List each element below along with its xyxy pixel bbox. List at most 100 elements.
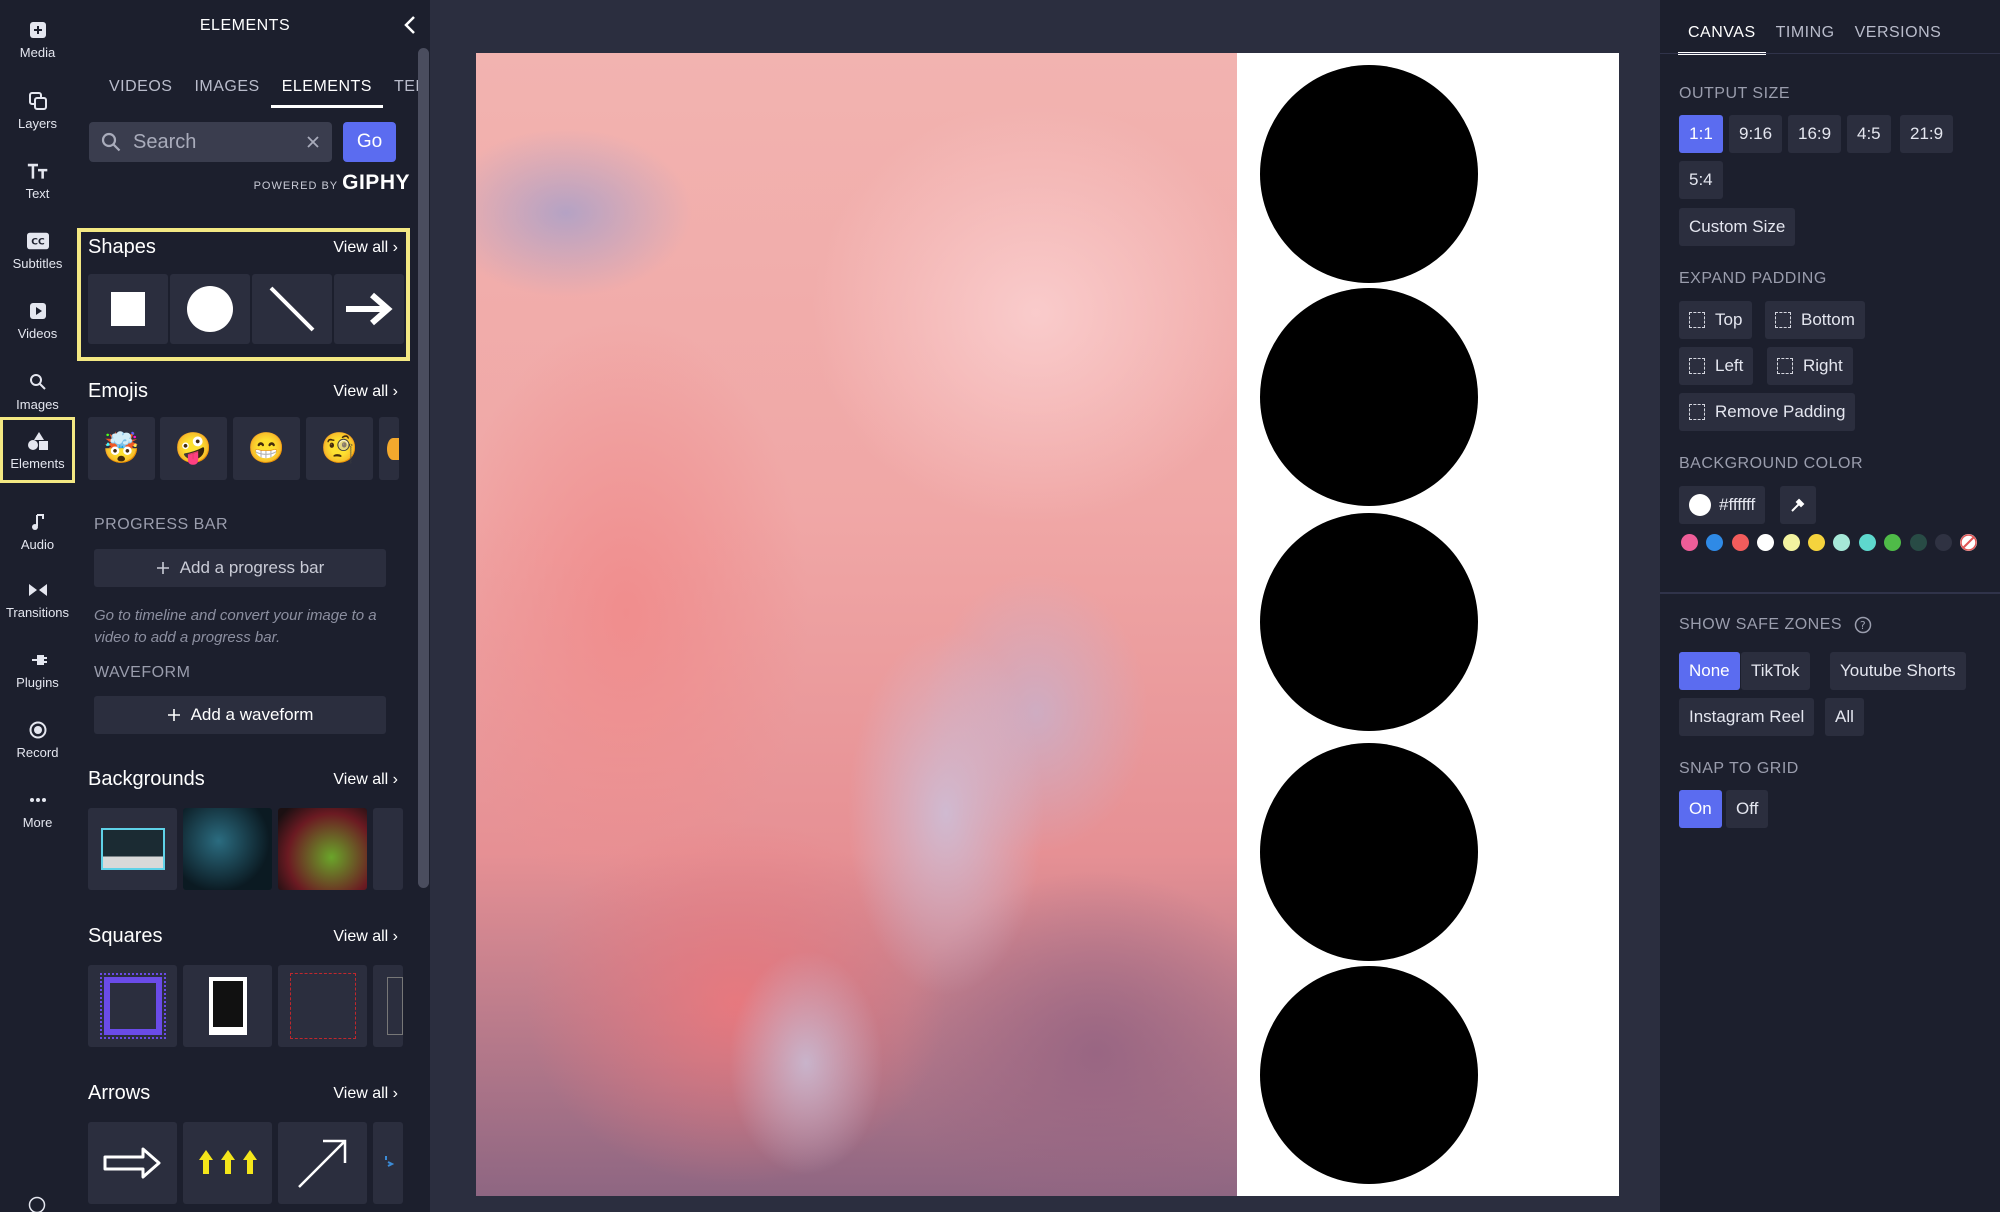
canvas-circle[interactable] <box>1260 288 1478 506</box>
squares-view-all[interactable]: View all › <box>333 928 398 946</box>
swatch-pink[interactable] <box>1681 534 1698 551</box>
tab-images[interactable]: IMAGES <box>183 70 270 108</box>
safe-zone-all-button[interactable]: All <box>1825 698 1864 736</box>
emoji-tile[interactable]: 😁 <box>233 417 300 480</box>
emojis-view-all[interactable]: View all › <box>333 383 398 401</box>
shape-square[interactable] <box>88 274 168 344</box>
canvas-circle[interactable] <box>1260 743 1478 961</box>
rail-item-subtitles[interactable]: CC Subtitles <box>0 217 75 283</box>
size-16-9-button[interactable]: 16:9 <box>1788 115 1842 153</box>
sky-image[interactable] <box>476 53 1237 1196</box>
rail-item-layers[interactable]: Layers <box>0 77 75 143</box>
search-input[interactable]: Search <box>89 122 332 162</box>
background-tile[interactable] <box>278 808 367 890</box>
rail-item-record[interactable]: Record <box>0 706 75 772</box>
emoji-tile[interactable]: 🤯 <box>88 417 155 480</box>
rail-item-text[interactable]: Text <box>0 147 75 213</box>
emoji-tile[interactable]: 🤪 <box>160 417 227 480</box>
add-waveform-button[interactable]: Add a waveform <box>94 696 386 734</box>
safe-zone-instagram-reel-button[interactable]: Instagram Reel <box>1679 698 1815 736</box>
snap-off-button[interactable]: Off <box>1726 790 1769 828</box>
help-icon[interactable]: ? <box>1854 616 1872 634</box>
padding-bottom-button[interactable]: Bottom <box>1765 301 1865 339</box>
dashed-frame <box>289 973 356 1039</box>
collapse-panel-button[interactable] <box>395 10 425 40</box>
shapes-view-all[interactable]: View all › <box>333 239 398 257</box>
padding-right-label: Right <box>1803 356 1843 375</box>
rail-item-videos[interactable]: Videos <box>0 287 75 353</box>
emoji-tile[interactable] <box>379 417 399 480</box>
swatch-yellow[interactable] <box>1808 534 1825 551</box>
background-tile[interactable] <box>373 808 403 890</box>
size-5-4-button[interactable]: 5:4 <box>1679 161 1723 199</box>
swatch-green[interactable] <box>1884 534 1901 551</box>
square-frame-tile[interactable] <box>183 965 272 1047</box>
emoji-tile[interactable]: 🧐 <box>306 417 373 480</box>
square-frame-tile[interactable] <box>278 965 367 1047</box>
size-1-1-button[interactable]: 1:1 <box>1679 115 1723 153</box>
swatch-teal[interactable] <box>1859 534 1876 551</box>
safe-zone-youtube-shorts-button[interactable]: Youtube Shorts <box>1830 652 1966 690</box>
panel-scrollbar[interactable] <box>418 48 429 888</box>
arrows-view-all[interactable]: View all › <box>333 1085 398 1103</box>
padding-left-button[interactable]: Left <box>1679 347 1754 385</box>
tab-elements[interactable]: ELEMENTS <box>270 70 383 108</box>
go-button[interactable]: Go <box>343 122 396 162</box>
color-preview <box>1689 494 1711 516</box>
emoji: 🤪 <box>174 432 213 465</box>
swatch-blue[interactable] <box>1706 534 1723 551</box>
tab-timing[interactable]: TIMING <box>1766 18 1845 55</box>
swatch-white[interactable] <box>1757 534 1774 551</box>
tab-versions[interactable]: VERSIONS <box>1845 18 1952 55</box>
safe-zone-tiktok-button[interactable]: TikTok <box>1741 652 1810 690</box>
size-4-5-button[interactable]: 4:5 <box>1847 115 1891 153</box>
size-9-16-button[interactable]: 9:16 <box>1729 115 1783 153</box>
backgrounds-view-all[interactable]: View all › <box>333 771 398 789</box>
size-21-9-button[interactable]: 21:9 <box>1900 115 1954 153</box>
canvas-circle[interactable] <box>1260 513 1478 731</box>
rail-item-transitions[interactable]: Transitions <box>0 566 75 632</box>
padding-right-button[interactable]: Right <box>1767 347 1853 385</box>
rail-label: Videos <box>17 325 58 341</box>
swatch-dark[interactable] <box>1935 534 1952 551</box>
shape-arrow[interactable] <box>334 274 404 344</box>
swatch-mint[interactable] <box>1833 534 1850 551</box>
no-color-icon[interactable] <box>1960 534 1977 551</box>
remove-padding-button[interactable]: Remove Padding <box>1679 393 1856 431</box>
arrow-tile[interactable] <box>88 1122 177 1204</box>
rail-item-elements[interactable]: Elements <box>0 417 75 483</box>
rail-item-images[interactable]: Images <box>0 358 75 424</box>
rail-item-more[interactable]: More <box>0 776 75 842</box>
canvas[interactable] <box>476 53 1619 1196</box>
rail-item-plugins[interactable]: Plugins <box>0 636 75 702</box>
add-waveform-label: Add a waveform <box>190 705 314 724</box>
tab-videos[interactable]: VIDEOS <box>98 70 183 108</box>
arrow-tile[interactable] <box>183 1122 272 1204</box>
swatch-dark-green[interactable] <box>1910 534 1927 551</box>
shape-line[interactable] <box>252 274 332 344</box>
custom-size-button[interactable]: Custom Size <box>1679 208 1796 246</box>
square-frame-tile[interactable] <box>88 965 177 1047</box>
rail-item-media[interactable]: Media <box>0 6 75 72</box>
arrow-tile[interactable] <box>278 1122 367 1204</box>
help-icon[interactable] <box>28 1196 46 1212</box>
background-tile[interactable] <box>183 808 272 890</box>
swatch-light-yellow[interactable] <box>1783 534 1800 551</box>
canvas-circle[interactable] <box>1260 65 1478 283</box>
square-frame-tile[interactable] <box>373 965 403 1047</box>
arrow-tile[interactable] <box>373 1122 403 1204</box>
rail-item-audio[interactable]: Audio <box>0 498 75 564</box>
safe-zone-none-button[interactable]: None <box>1679 652 1740 690</box>
swatch-red[interactable] <box>1732 534 1749 551</box>
tab-canvas[interactable]: CANVAS <box>1678 18 1766 55</box>
background-color-input[interactable]: #ffffff <box>1679 486 1766 524</box>
shape-circle[interactable] <box>170 274 250 344</box>
background-tile[interactable] <box>88 808 177 890</box>
padding-top-button[interactable]: Top <box>1679 301 1753 339</box>
snap-on-button[interactable]: On <box>1679 790 1722 828</box>
eyedropper-button[interactable] <box>1780 486 1816 524</box>
canvas-circle[interactable] <box>1260 966 1478 1184</box>
clear-icon[interactable] <box>306 135 320 149</box>
add-progress-bar-button[interactable]: Add a progress bar <box>94 549 386 587</box>
safe-zones-header: SHOW SAFE ZONES ? <box>1679 616 1872 634</box>
